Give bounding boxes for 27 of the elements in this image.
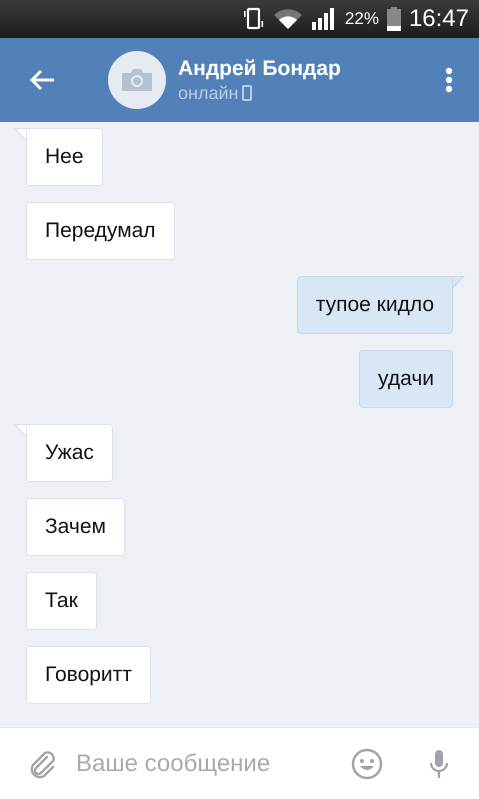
microphone-icon xyxy=(429,748,449,778)
message-input[interactable]: Ваше сообщение xyxy=(74,748,351,778)
contact-name: Андрей Бондар xyxy=(178,56,342,80)
message-bubble: Так xyxy=(26,572,97,630)
back-arrow-icon xyxy=(29,69,55,91)
battery-percent: 22% xyxy=(344,9,379,29)
message-bubble: удачи xyxy=(359,350,453,408)
message-bubble: тупое кидло xyxy=(296,276,453,334)
smiley-icon xyxy=(351,748,383,780)
more-icon xyxy=(445,67,453,93)
message-bubble: Передумал xyxy=(26,202,175,260)
emoji-button[interactable] xyxy=(351,748,383,780)
message-bubble: Говоритт xyxy=(26,646,151,704)
phone-icon xyxy=(242,85,252,101)
paperclip-icon xyxy=(28,748,58,778)
microphone-button[interactable] xyxy=(429,748,449,778)
wifi-icon xyxy=(272,8,303,30)
camera-icon xyxy=(122,69,152,91)
clock: 16:47 xyxy=(408,5,469,33)
message-bubble: Ужас xyxy=(26,424,113,482)
battery-icon xyxy=(386,7,401,31)
attach-button[interactable] xyxy=(28,748,58,778)
message-bubble: Нее xyxy=(26,128,103,186)
online-status: онлайн xyxy=(178,82,238,104)
signal-icon xyxy=(310,7,337,31)
vibrate-icon xyxy=(242,7,265,31)
message-bubble: Зачем xyxy=(26,498,125,556)
